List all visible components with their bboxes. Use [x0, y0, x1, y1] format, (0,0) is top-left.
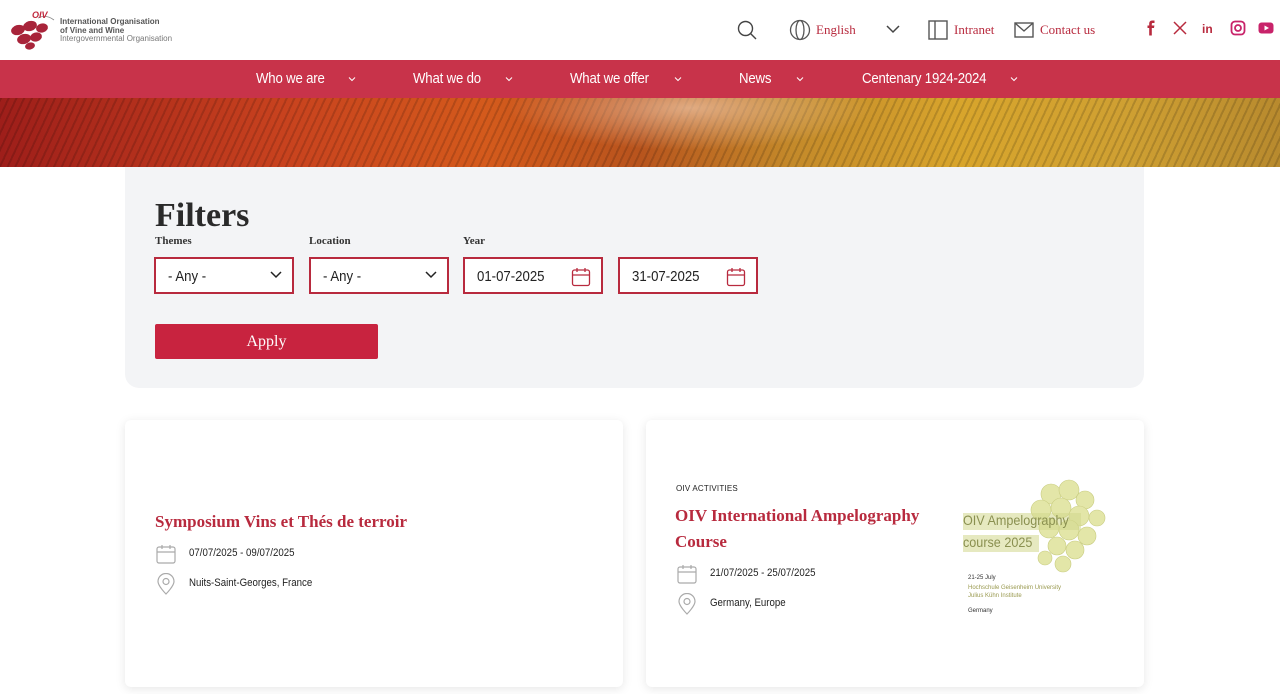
instagram-icon[interactable]: [1230, 20, 1246, 36]
event-title[interactable]: Symposium Vins et Thés de terroir: [155, 509, 407, 535]
themes-label: Themes: [155, 235, 192, 247]
event-location: Germany, Europe: [710, 597, 786, 609]
youtube-icon[interactable]: [1258, 20, 1274, 36]
poster-university: Hochschule Geisenheim University: [968, 585, 1062, 591]
intranet-link[interactable]: Intranet: [954, 22, 994, 38]
calendar-icon[interactable]: [571, 267, 591, 287]
date-from-value: 01-07-2025: [477, 268, 545, 285]
chevron-down-icon: [270, 271, 282, 279]
chevron-down-icon[interactable]: [348, 75, 356, 83]
logo-line-3: Intergovernmental Organisation: [60, 34, 173, 43]
chevron-down-icon[interactable]: [796, 75, 804, 83]
calendar-icon: [156, 545, 176, 564]
globe-icon[interactable]: [789, 19, 811, 41]
date-from-input[interactable]: 01-07-2025: [463, 257, 603, 294]
chevron-down-icon[interactable]: [1010, 75, 1018, 83]
event-card[interactable]: Symposium Vins et Thés de terroir 07/07/…: [125, 420, 623, 687]
event-poster-image[interactable]: OIV Ampelography course 2025 21-25 July …: [963, 472, 1109, 620]
event-dates: 21/07/2025 - 25/07/2025: [710, 567, 816, 579]
themes-select[interactable]: - Any -: [154, 257, 294, 294]
main-nav: Who we are What we do What we offer News…: [0, 60, 1280, 98]
poster-title-line-1: OIV Ampelography: [963, 512, 1069, 528]
logo-text: International Organisation of Vine and W…: [60, 17, 173, 44]
map-pin-icon: [678, 593, 696, 615]
language-selector[interactable]: English: [816, 22, 856, 38]
contact-link[interactable]: Contact us: [1040, 22, 1095, 38]
themes-select-value: - Any -: [168, 268, 207, 285]
poster-country: Germany: [968, 608, 993, 614]
facebook-icon[interactable]: [1143, 20, 1159, 36]
oiv-logo[interactable]: OIV International Organisation of Vine a…: [10, 10, 180, 50]
linkedin-icon[interactable]: in: [1201, 20, 1217, 36]
event-dates: 07/07/2025 - 09/07/2025: [189, 547, 295, 559]
poster-institute: Julius Kühn Institute: [968, 593, 1022, 599]
chevron-down-icon[interactable]: [674, 75, 682, 83]
chevron-down-icon: [425, 271, 437, 279]
map-pin-icon: [157, 573, 175, 595]
poster-dates: 21-25 July: [968, 575, 996, 581]
event-category: OIV ACTIVITIES: [676, 484, 738, 493]
calendar-icon: [677, 565, 697, 584]
logo-tag: OIV: [32, 10, 48, 20]
nav-what-we-do[interactable]: What we do: [413, 70, 481, 87]
event-card[interactable]: OIV ACTIVITIES OIV International Ampelog…: [646, 420, 1144, 687]
svg-text:in: in: [1202, 22, 1213, 36]
poster-title-line-2: course 2025: [963, 534, 1033, 550]
mail-icon[interactable]: [1014, 22, 1034, 38]
location-select-value: - Any -: [323, 268, 362, 285]
date-to-value: 31-07-2025: [632, 268, 700, 285]
nav-news[interactable]: News: [739, 70, 771, 87]
event-title-line-2[interactable]: Course: [675, 529, 727, 555]
site-header: OIV International Organisation of Vine a…: [0, 0, 1280, 60]
nav-what-we-offer[interactable]: What we offer: [570, 70, 649, 87]
filters-title: Filters: [155, 197, 250, 234]
apply-button[interactable]: Apply: [155, 324, 378, 359]
event-title-line-1[interactable]: OIV International Ampelography: [675, 503, 919, 529]
chevron-down-icon[interactable]: [886, 24, 900, 34]
year-label: Year: [463, 235, 485, 247]
location-select[interactable]: - Any -: [309, 257, 449, 294]
chevron-down-icon[interactable]: [505, 75, 513, 83]
vineyard-banner-image: [0, 98, 1280, 167]
nav-centenary[interactable]: Centenary 1924-2024: [862, 70, 987, 87]
calendar-icon[interactable]: [726, 267, 746, 287]
location-label: Location: [309, 235, 351, 247]
date-to-input[interactable]: 31-07-2025: [618, 257, 758, 294]
filters-panel: Filters Themes - Any - Location - Any - …: [125, 167, 1144, 388]
event-location: Nuits-Saint-Georges, France: [189, 577, 313, 589]
nav-who-we-are[interactable]: Who we are: [256, 70, 325, 87]
x-icon[interactable]: [1172, 20, 1188, 36]
search-icon[interactable]: [737, 20, 757, 40]
intranet-icon[interactable]: [928, 20, 948, 40]
